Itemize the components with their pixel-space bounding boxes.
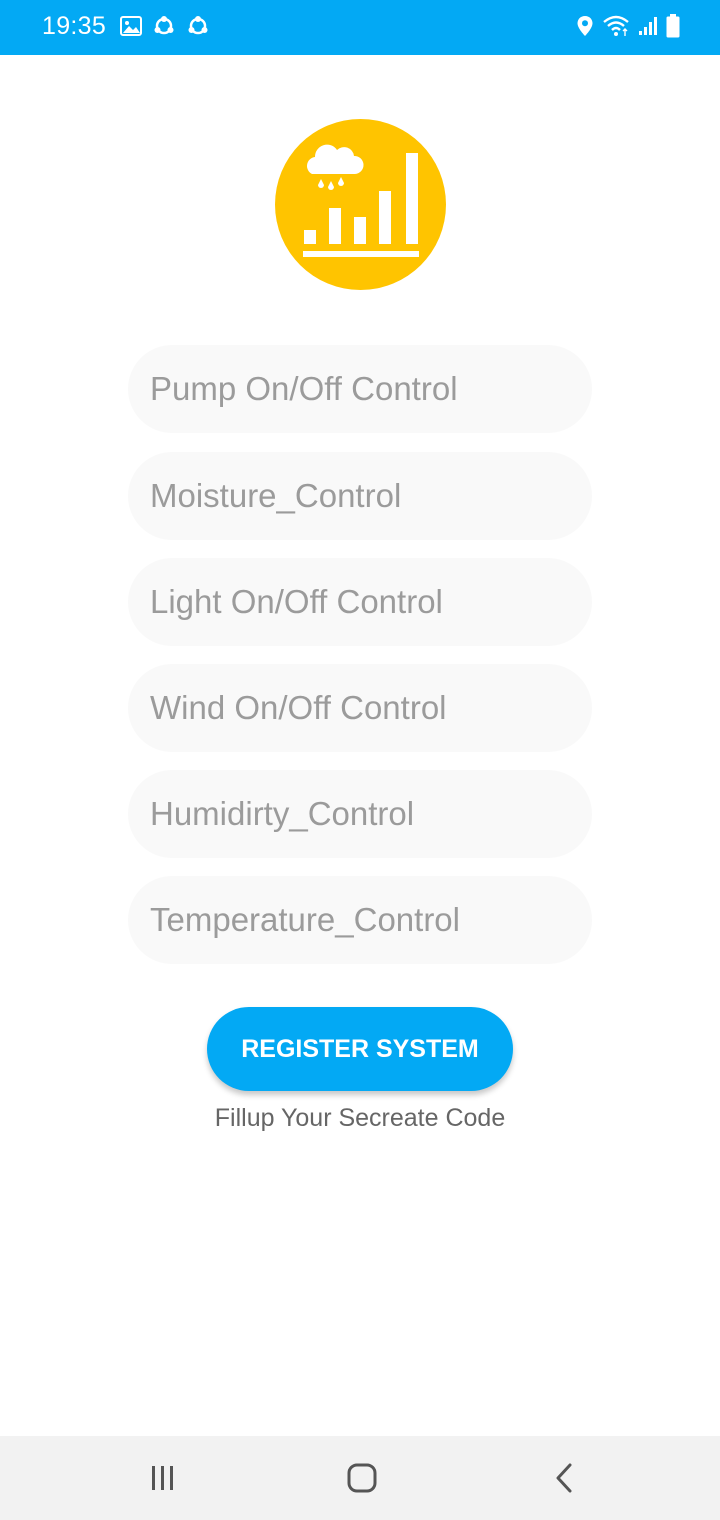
status-notification-icons xyxy=(120,15,210,37)
register-system-button[interactable]: REGISTER SYSTEM xyxy=(207,1007,513,1091)
wind-control-input[interactable] xyxy=(150,689,570,727)
weather-chart-logo-icon xyxy=(275,119,446,290)
wind-control-field[interactable] xyxy=(128,664,592,752)
moisture-control-input[interactable] xyxy=(150,477,570,515)
temperature-control-field[interactable] xyxy=(128,876,592,964)
home-button[interactable] xyxy=(340,1456,384,1500)
humidity-control-input[interactable] xyxy=(150,795,570,833)
sync-icon xyxy=(152,15,176,37)
signal-icon xyxy=(638,16,658,36)
recent-apps-icon xyxy=(152,1466,173,1490)
pump-control-field[interactable] xyxy=(128,345,592,433)
navigation-bar xyxy=(0,1436,720,1520)
back-button[interactable] xyxy=(542,1456,586,1500)
recent-apps-button[interactable] xyxy=(140,1456,184,1500)
image-icon xyxy=(120,16,142,36)
location-icon xyxy=(576,15,594,37)
back-icon xyxy=(556,1463,572,1493)
secret-code-hint: Fillup Your Secreate Code xyxy=(214,1104,506,1132)
status-system-icons xyxy=(576,14,680,38)
pump-control-input[interactable] xyxy=(150,370,570,408)
status-bar: 19:35 xyxy=(0,0,720,55)
battery-icon xyxy=(666,14,680,38)
temperature-control-input[interactable] xyxy=(150,901,570,939)
moisture-control-field[interactable] xyxy=(128,452,592,540)
light-control-field[interactable] xyxy=(128,558,592,646)
humidity-control-field[interactable] xyxy=(128,770,592,858)
app-logo xyxy=(275,119,446,290)
sync-icon xyxy=(186,15,210,37)
wifi-icon xyxy=(602,15,630,37)
light-control-input[interactable] xyxy=(150,583,570,621)
status-time: 19:35 xyxy=(42,12,107,40)
home-icon xyxy=(347,1463,377,1493)
